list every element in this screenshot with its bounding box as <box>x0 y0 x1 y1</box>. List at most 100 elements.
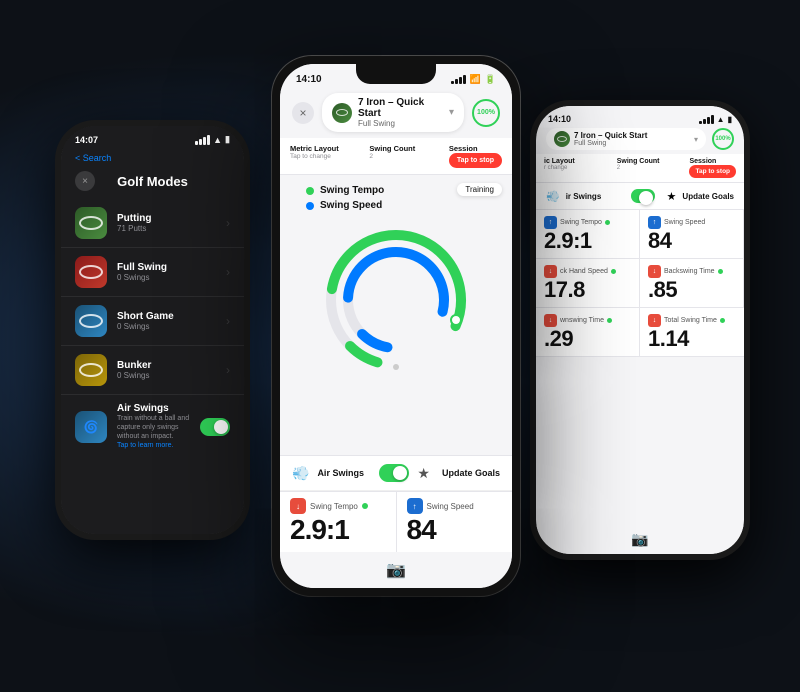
center-air-toggle[interactable] <box>379 464 409 482</box>
right-metrics-grid: ↑ Swing Tempo 2.9:1 ↑ Swing Speed 84 <box>536 210 744 357</box>
left-close-btn[interactable]: × <box>75 171 95 191</box>
left-screen: 14:07 ▲ ▮ < Search <box>61 126 244 534</box>
center-notch <box>356 64 436 84</box>
gauge-label-speed: Swing Speed <box>306 200 496 211</box>
right-metric-total: ↓ Total Swing Time 1.14 <box>640 308 744 357</box>
mode-putting[interactable]: Putting 71 Putts › <box>61 199 244 248</box>
speed-dot-icon <box>306 202 314 210</box>
wifi-icon-left: ▲ <box>213 135 222 145</box>
battery-icon-left: ▮ <box>225 134 230 145</box>
tempo-metric-dot <box>362 503 368 509</box>
center-close-btn[interactable]: × <box>292 102 314 124</box>
right-header: 7 Iron – Quick Start Full Swing ▾ 100% <box>536 126 744 154</box>
bunker-chevron: › <box>226 363 230 377</box>
right-club-selector[interactable]: 7 Iron – Quick Start Full Swing ▾ <box>546 128 706 150</box>
putting-circle <box>79 216 103 230</box>
right-update-goals[interactable]: Update Goals <box>682 192 734 201</box>
tempo-box-label: Swing Tempo <box>310 502 358 511</box>
right-layout-col[interactable]: ic Layout r change <box>544 158 613 171</box>
phone-center: 14:10 ⬆ 📶 🔋 × <box>272 56 520 596</box>
right-star-icon: ★ <box>667 190 677 203</box>
right-session-btn[interactable]: Tap to stop <box>689 165 736 178</box>
airswings-desc: Train without a ball and capture only sw… <box>117 414 190 450</box>
bunker-circle <box>79 363 103 377</box>
left-status-icons: ▲ ▮ <box>195 134 230 145</box>
airswings-toggle[interactable] <box>200 418 230 436</box>
right-battery-icon: ▮ <box>728 115 732 124</box>
mode-bunker[interactable]: Bunker 0 Swings › <box>61 346 244 395</box>
club-dot-inner <box>336 109 348 116</box>
signal-bar-3 <box>203 137 206 145</box>
signal-bar-2 <box>199 139 202 145</box>
center-bottom-metrics: 💨 Air Swings ★ Update Goals ↓ Swing Temp… <box>280 455 512 552</box>
fullswing-name: Full Swing <box>117 262 216 273</box>
right-camera-icon[interactable]: 📷 <box>631 531 648 548</box>
left-back-row[interactable]: < Search <box>61 149 244 167</box>
right-air-label: ir Swings <box>566 192 625 201</box>
right-club-info: 7 Iron – Quick Start Full Swing <box>574 131 690 147</box>
club-info: 7 Iron – Quick Start Full Swing <box>358 97 443 128</box>
right-club-icon <box>554 131 570 147</box>
air-swings-item: 🌀 Air Swings Train without a ball and ca… <box>61 395 244 458</box>
camera-icon[interactable]: 📷 <box>386 560 406 580</box>
right-battery-circle: 100% <box>712 128 734 150</box>
club-name: 7 Iron – Quick Start <box>358 97 443 119</box>
tempo-value: 2.9:1 <box>290 516 386 544</box>
right-screen: 14:10 ▲ ▮ <box>536 106 744 554</box>
session-col: Session Tap to stop <box>449 144 502 168</box>
putting-name: Putting <box>117 213 216 224</box>
right-total-label: Total Swing Time <box>664 317 717 324</box>
tap-learn-more[interactable]: Tap to learn more. <box>117 442 173 449</box>
right-swing-value: 2 <box>617 165 686 171</box>
center-battery-icon: 🔋 <box>485 74 496 85</box>
session-stop-btn[interactable]: Tap to stop <box>449 153 502 168</box>
mode-shortgame[interactable]: Short Game 0 Swings › <box>61 297 244 346</box>
airswings-text: Air Swings Train without a ball and capt… <box>117 403 190 450</box>
fullswing-icon <box>75 256 107 288</box>
putting-chevron: › <box>226 216 230 230</box>
update-goals-label[interactable]: Update Goals <box>442 468 500 478</box>
speed-value: 84 <box>407 516 503 544</box>
shortgame-info: Short Game 0 Swings <box>117 311 216 331</box>
fullswing-circle <box>79 265 103 279</box>
right-total-value: 1.14 <box>648 328 736 350</box>
right-metric-tempo: ↑ Swing Tempo 2.9:1 <box>536 210 640 259</box>
training-badge: Training <box>457 183 502 196</box>
fullswing-sub: 0 Swings <box>117 273 216 282</box>
right-down-value: .29 <box>544 328 631 350</box>
star-icon: ★ <box>417 465 430 482</box>
right-speed-label: Swing Speed <box>664 219 705 226</box>
airswings-name: Air Swings <box>117 403 190 414</box>
bunker-icon <box>75 354 107 386</box>
right-swing-label: Swing Count <box>617 158 686 165</box>
metric-layout-sub: Tap to change <box>290 153 365 160</box>
tempo-header: ↓ Swing Tempo <box>290 498 386 514</box>
signal-bar-4 <box>207 135 210 145</box>
right-chevron-icon: ▾ <box>694 135 698 144</box>
right-session-col: Session Tap to stop <box>689 158 736 178</box>
air-swings-icon: 💨 <box>292 465 309 482</box>
left-back-label[interactable]: < Search <box>75 153 111 163</box>
center-club-selector[interactable]: 7 Iron – Quick Start Full Swing ▾ <box>322 93 464 132</box>
left-screen-title: Golf Modes <box>95 174 210 189</box>
left-title-row: × Golf Modes <box>61 167 244 199</box>
metric-layout-col[interactable]: Metric Layout Tap to change <box>290 144 365 160</box>
right-time: 14:10 <box>548 114 571 124</box>
fullswing-chevron: › <box>226 265 230 279</box>
right-speed-value: 84 <box>648 230 735 252</box>
right-status-bar: 14:10 ▲ ▮ <box>536 106 744 126</box>
right-back-dot <box>718 269 723 274</box>
signal-bars <box>195 135 210 145</box>
right-metrics-bar: ic Layout r change Swing Count 2 Session… <box>536 154 744 183</box>
mode-fullswing[interactable]: Full Swing 0 Swings › <box>61 248 244 297</box>
metric-layout-label: Metric Layout <box>290 144 365 153</box>
right-club-sub: Full Swing <box>574 140 690 147</box>
right-air-toggle[interactable] <box>631 189 655 203</box>
shortgame-sub: 0 Swings <box>117 322 216 331</box>
shortgame-chevron: › <box>226 314 230 328</box>
right-status-icons: ▲ ▮ <box>699 115 732 124</box>
center-air-swings-row: 💨 Air Swings ★ Update Goals <box>280 456 512 491</box>
right-back-label: Backswing Time <box>664 268 715 275</box>
right-camera-bar: 📷 <box>536 525 744 554</box>
speed-box-label: Swing Speed <box>427 502 474 511</box>
